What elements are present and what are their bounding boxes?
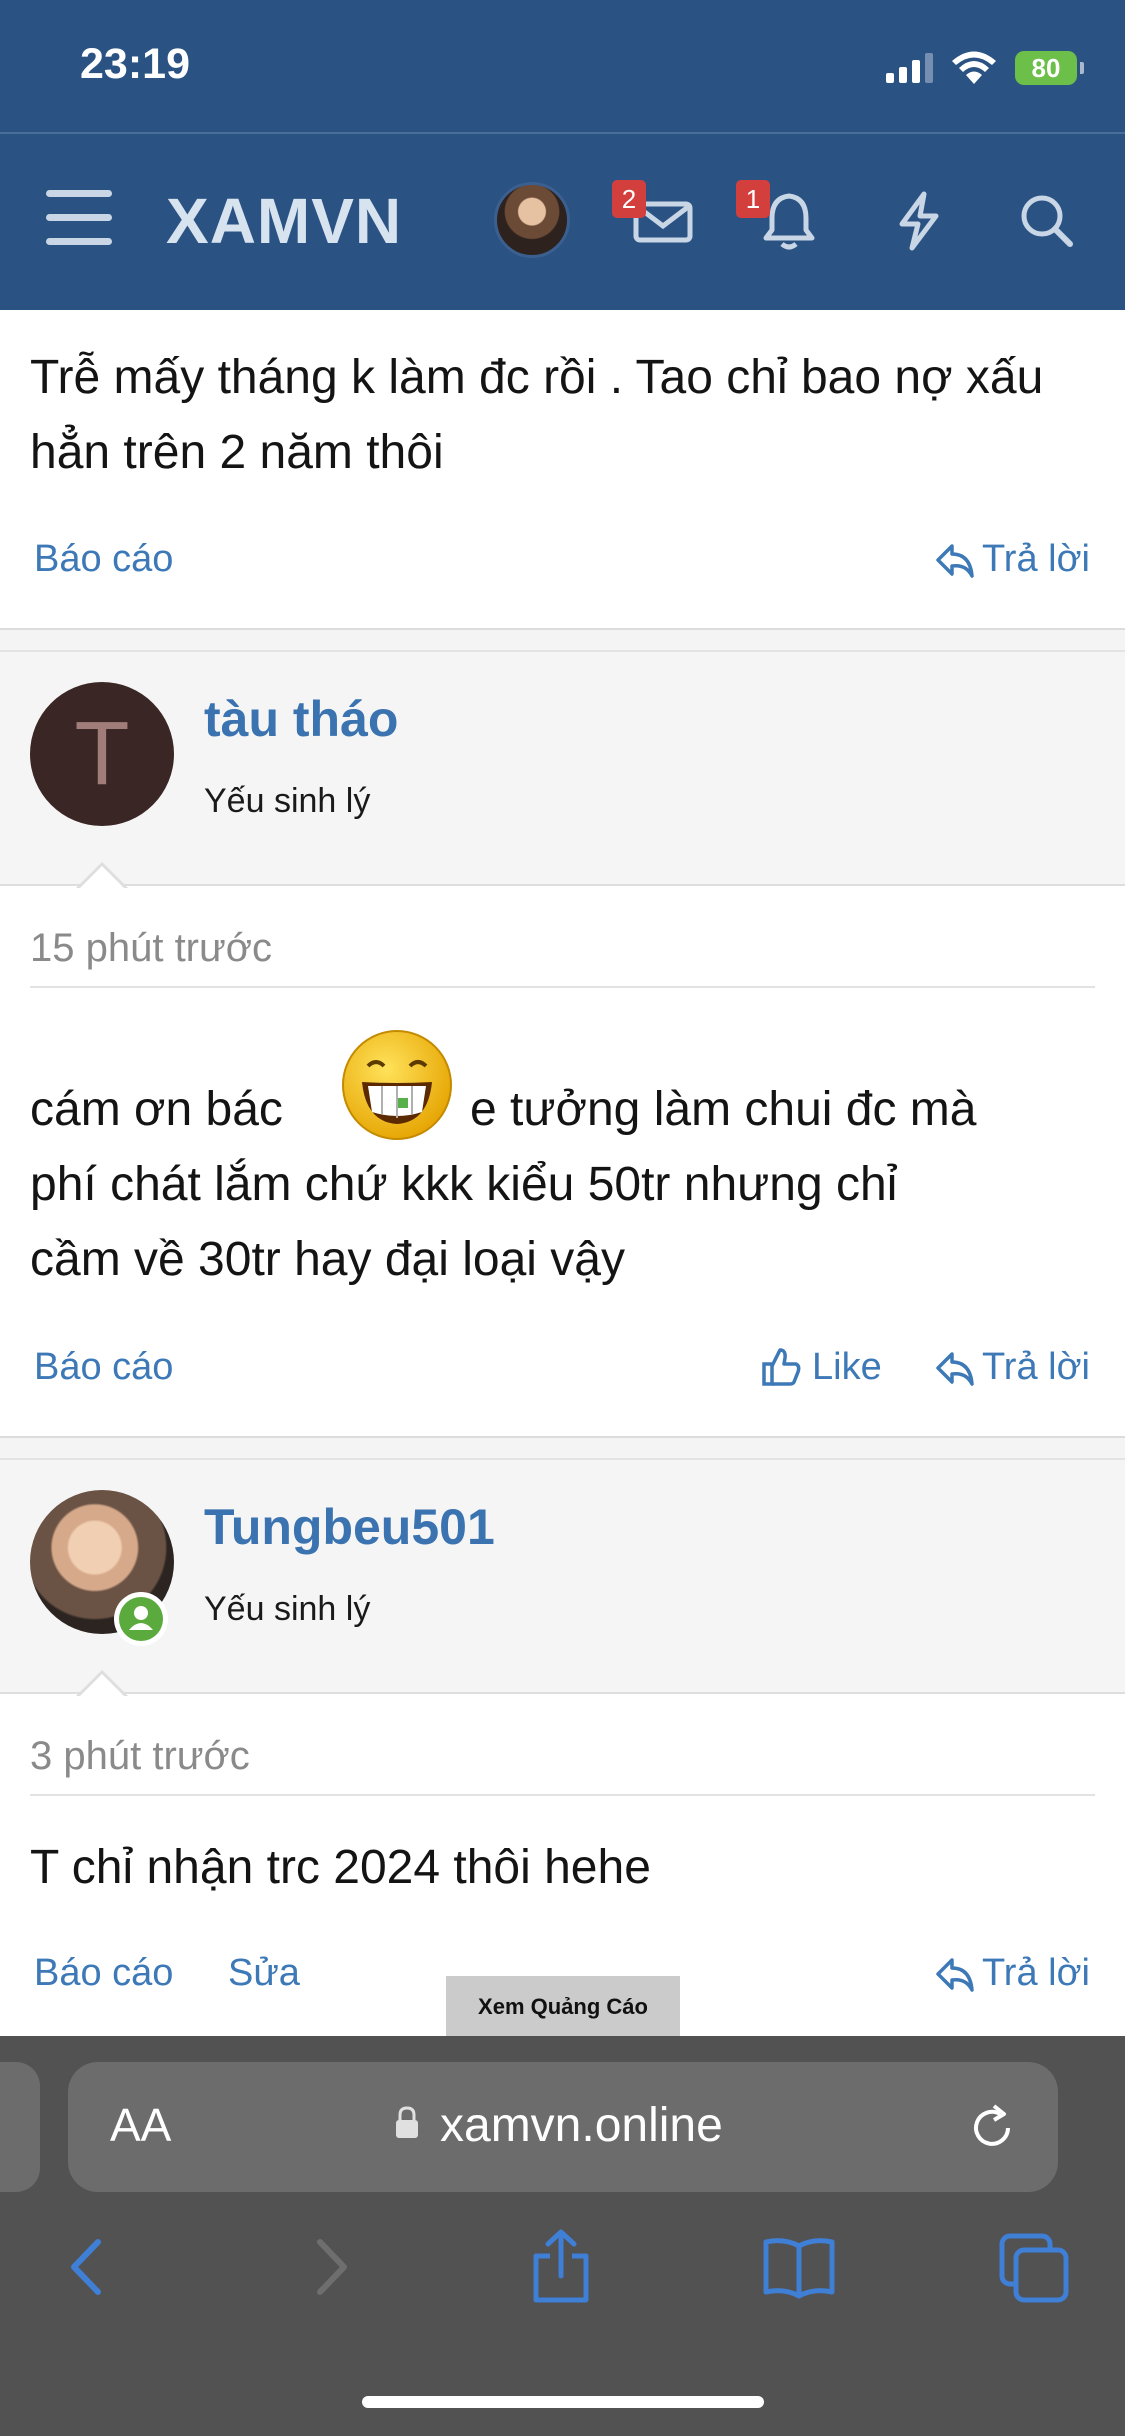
post-body-line: phí chát lắm chứ kkk kiểu 50tr nhưng chỉ xyxy=(30,1158,898,1211)
reply-icon[interactable] xyxy=(934,540,976,587)
site-logo[interactable]: XAMVN xyxy=(166,184,402,258)
reply-link[interactable]: Trả lời xyxy=(982,1346,1090,1389)
reload-icon[interactable] xyxy=(964,2100,1020,2156)
report-link[interactable]: Báo cáo xyxy=(34,538,173,581)
home-indicator xyxy=(362,2396,764,2408)
report-link[interactable]: Báo cáo xyxy=(34,1952,173,1995)
battery-indicator: 80 xyxy=(1015,51,1084,85)
user-title: Yếu sinh lý xyxy=(204,1590,371,1628)
wifi-icon xyxy=(952,51,996,84)
previous-tab-peek[interactable] xyxy=(0,2062,40,2192)
online-status-icon xyxy=(114,1592,168,1646)
post-separator xyxy=(0,628,1125,652)
user-title: Yếu sinh lý xyxy=(204,782,371,820)
post-timestamp[interactable]: 15 phút trước xyxy=(30,926,272,971)
post-body-segment: e tưởng làm chui đc mà xyxy=(470,1083,977,1136)
post-body-line: cầm về 30tr hay đại loại vậy xyxy=(30,1233,625,1286)
grin-emoji-icon xyxy=(338,1026,456,1144)
reply-link[interactable]: Trả lời xyxy=(982,538,1090,581)
inbox-badge: 2 xyxy=(612,180,646,218)
report-link[interactable]: Báo cáo xyxy=(34,1346,173,1389)
url-text[interactable]: xamvn.online xyxy=(440,2098,723,2153)
reply-link[interactable]: Trả lời xyxy=(982,1952,1090,1995)
share-icon[interactable] xyxy=(526,2228,596,2303)
timestamp-divider xyxy=(30,986,1095,988)
menu-icon[interactable] xyxy=(46,190,112,246)
bookmarks-icon[interactable] xyxy=(762,2236,835,2306)
reply-icon[interactable] xyxy=(934,1348,976,1395)
username[interactable]: Tungbeu501 xyxy=(204,1498,495,1556)
like-link[interactable]: Like xyxy=(812,1346,882,1389)
bolt-icon[interactable] xyxy=(884,186,954,256)
forward-icon[interactable] xyxy=(296,2232,366,2302)
status-time: 23:19 xyxy=(80,40,190,88)
post-separator xyxy=(0,1436,1125,1460)
header-notch-inner xyxy=(78,866,126,890)
username[interactable]: tàu tháo xyxy=(204,690,398,748)
like-icon[interactable] xyxy=(760,1346,802,1393)
post-body-segment: cám ơn bác xyxy=(30,1083,283,1136)
cellular-signal-icon xyxy=(886,53,933,83)
text-size-button[interactable]: AA xyxy=(110,2098,171,2152)
lock-icon xyxy=(394,2106,420,2140)
status-icons: 80 xyxy=(886,46,1084,90)
header-notch-inner xyxy=(78,1674,126,1698)
alerts-badge: 1 xyxy=(736,180,770,218)
tabs-icon[interactable] xyxy=(998,2232,1069,2303)
edit-link[interactable]: Sửa xyxy=(228,1952,300,1995)
reply-icon[interactable] xyxy=(934,1954,976,2001)
account-avatar[interactable] xyxy=(494,182,570,258)
post-timestamp[interactable]: 3 phút trước xyxy=(30,1734,250,1779)
post-body: T chỉ nhận trc 2024 thôi hehe xyxy=(30,1841,651,1894)
post-body: Trễ mấy tháng k làm đc rồi . Tao chỉ bao… xyxy=(30,351,1044,479)
search-icon[interactable] xyxy=(1012,186,1082,256)
back-icon[interactable] xyxy=(52,2232,122,2302)
view-ad-button[interactable]: Xem Quảng Cáo xyxy=(446,1976,680,2038)
avatar[interactable]: T xyxy=(30,682,174,826)
timestamp-divider xyxy=(30,1794,1095,1796)
